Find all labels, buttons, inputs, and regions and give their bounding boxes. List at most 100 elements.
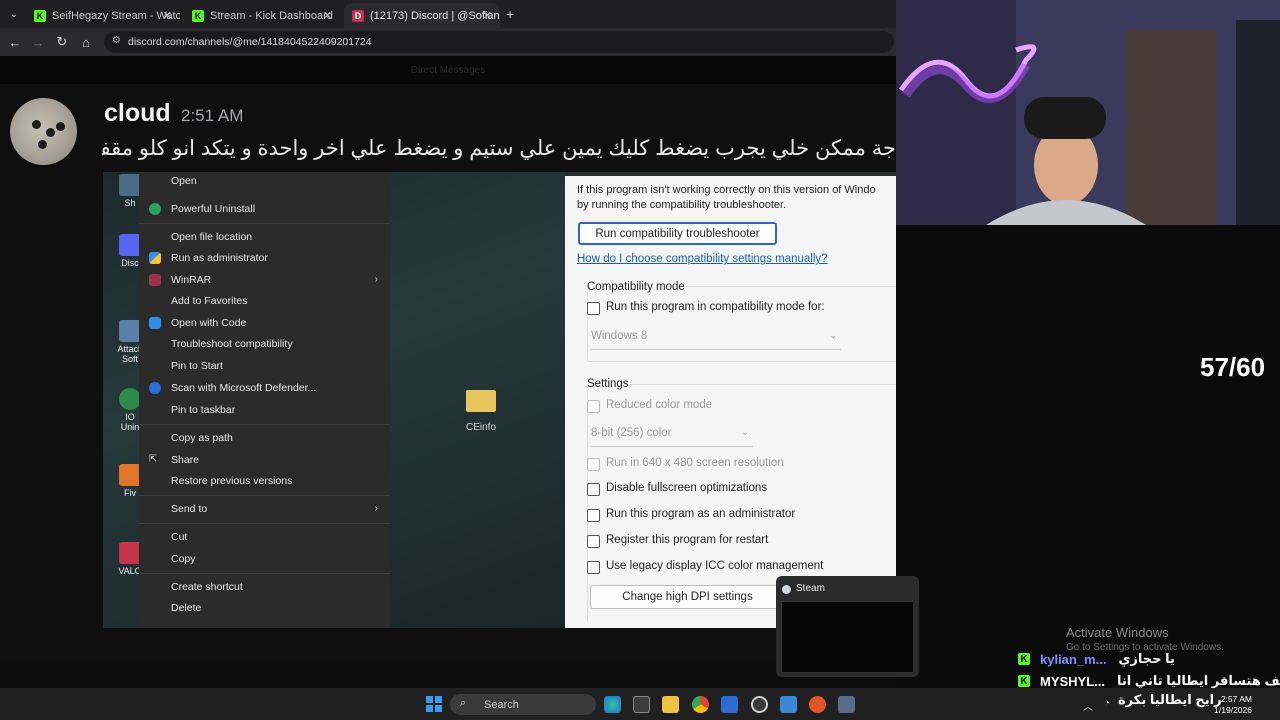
share-icon: ⇱ <box>149 454 158 465</box>
webcam-feed <box>896 0 1280 225</box>
run-as-admin-checkbox[interactable] <box>587 509 600 522</box>
tab-search-icon[interactable]: ⌄ <box>2 2 26 26</box>
menu-item-run-as-admin[interactable]: Run as administrator <box>171 252 268 264</box>
resolution-checkbox[interactable] <box>587 458 600 471</box>
desktop-icon-label: Fiv <box>124 488 136 498</box>
network-icon[interactable]: ◔ <box>1104 698 1110 709</box>
tab-seifhegazy-stream[interactable]: K SeifHegazy Stream - Watch Live ✕ <box>26 3 180 28</box>
activate-windows-title: Activate Windows <box>1066 625 1169 640</box>
menu-item-open-file-location[interactable]: Open file location <box>171 231 252 243</box>
avatar-dot <box>46 128 55 137</box>
close-icon[interactable]: ✕ <box>163 9 172 22</box>
forward-icon[interactable]: → <box>26 30 50 54</box>
vscode-icon <box>149 317 161 329</box>
disable-fullscreen-checkbox[interactable] <box>587 483 600 496</box>
kick-icon: K <box>1018 653 1030 665</box>
steam-taskbar-preview[interactable]: Steam <box>776 576 919 677</box>
file-explorer-icon[interactable] <box>662 696 679 713</box>
close-icon[interactable]: ✕ <box>483 9 492 22</box>
color-depth-select[interactable]: 8-bit (256) color ⌄ <box>591 427 753 447</box>
run-troubleshooter-button[interactable]: Run compatibility troubleshooter <box>578 222 777 245</box>
menu-separator <box>139 573 390 574</box>
app-icon[interactable] <box>780 696 797 713</box>
menu-item-scan-defender[interactable]: Scan with Microsoft Defender... <box>171 382 316 394</box>
message-username[interactable]: cloud <box>104 99 171 128</box>
chat-text: رايح ايطاليا بكرة <box>1118 692 1222 707</box>
steam-preview-title: Steam <box>796 583 825 594</box>
app-icon[interactable] <box>751 696 768 713</box>
change-dpi-button[interactable]: Change high DPI settings <box>590 585 785 609</box>
chevron-up-icon[interactable]: ︿ <box>1083 698 1093 713</box>
folder-label: CEinfo <box>465 422 496 433</box>
browser-tab-strip: ⌄ K SeifHegazy Stream - Watch Live ✕ K S… <box>0 0 896 28</box>
legacy-icc-checkbox[interactable] <box>587 561 600 574</box>
message-text: جة ممكن خلي يجرب يضغط كليك يمين علي ستيم… <box>102 137 896 160</box>
edge-icon[interactable] <box>604 696 621 713</box>
menu-item-pin-to-start[interactable]: Pin to Start <box>171 360 223 372</box>
valorant-icon <box>119 542 141 564</box>
menu-item-share[interactable]: Share <box>171 454 199 466</box>
menu-item-cut[interactable]: Cut <box>171 531 187 543</box>
compat-mode-select[interactable]: Windows 8 ⌄ <box>591 330 841 350</box>
menu-item-add-to-favorites[interactable]: Add to Favorites <box>171 295 247 307</box>
avatar[interactable] <box>10 98 77 165</box>
menu-item-restore-versions[interactable]: Restore previous versions <box>171 475 292 487</box>
steam-preview-thumbnail <box>781 601 914 673</box>
menu-separator <box>139 523 390 524</box>
back-icon[interactable]: ← <box>3 30 27 54</box>
menu-item-delete[interactable]: Delete <box>171 602 201 614</box>
fivem-icon <box>119 464 141 486</box>
dm-header-label: Direct Messages <box>410 64 486 76</box>
reduced-color-checkbox[interactable] <box>587 400 600 413</box>
clock-time: 2:57 AM <box>1220 694 1252 704</box>
image-attachment[interactable]: Sh Disc Attack Soft IO Unin Fiv VALO CEi… <box>103 172 1021 628</box>
register-restart-checkbox[interactable] <box>587 535 600 548</box>
desktop-icon-label: IO Unin <box>120 412 140 432</box>
choose-settings-link[interactable]: How do I choose compatibility settings m… <box>577 253 828 265</box>
search-placeholder: Search <box>484 698 519 711</box>
compat-mode-title: Compatibility mode <box>586 281 686 293</box>
menu-item-winrar[interactable]: WinRAR <box>171 274 211 286</box>
reduced-color-label: Reduced color mode <box>606 399 713 411</box>
menu-item-copy[interactable]: Copy <box>171 553 196 565</box>
menu-separator <box>139 424 390 425</box>
search-icon: ⌕ <box>460 697 467 709</box>
start-icon[interactable] <box>426 696 442 712</box>
home-icon[interactable]: ⌂ <box>74 30 98 54</box>
mail-icon[interactable] <box>721 696 738 713</box>
menu-item-copy-as-path[interactable]: Copy as path <box>171 432 233 444</box>
menu-item-create-shortcut[interactable]: Create shortcut <box>171 581 243 593</box>
store-icon[interactable] <box>633 696 650 713</box>
menu-item-troubleshoot[interactable]: Troubleshoot compatibility <box>171 338 293 350</box>
tab-discord[interactable]: D (12173) Discord | @Sofian ✕ <box>344 3 500 28</box>
disable-fullscreen-label: Disable fullscreen optimizations <box>606 482 768 494</box>
steam-icon <box>782 585 791 594</box>
shortcut-icon <box>119 174 141 196</box>
submenu-arrow-icon: › <box>374 274 378 285</box>
tab-kick-dashboard[interactable]: K Stream - Kick Dashboard ✕ <box>184 3 340 28</box>
reload-icon[interactable]: ↻ <box>50 30 74 54</box>
address-bar[interactable]: ⚙ discord.com/channels/@me/1418404522409… <box>104 31 894 53</box>
close-icon[interactable]: ✕ <box>323 9 332 22</box>
taskbar-search[interactable]: ⌕ Search <box>450 694 596 715</box>
compat-mode-checkbox[interactable] <box>587 302 600 315</box>
chevron-down-icon: ⌄ <box>829 330 837 340</box>
register-restart-label: Register this program for restart <box>606 534 769 546</box>
counter-text: 57/60 <box>1200 352 1266 382</box>
site-info-icon[interactable]: ⚙ <box>112 35 121 46</box>
steam-icon[interactable] <box>838 696 855 713</box>
discord-icon <box>119 234 141 256</box>
menu-item-pin-to-taskbar[interactable]: Pin to taskbar <box>171 404 235 416</box>
winrar-icon <box>149 274 161 286</box>
taskbar-clock[interactable]: 2:57 AM 1/19/2026 <box>1208 694 1252 716</box>
dm-header: Direct Messages <box>0 56 896 84</box>
menu-item-open[interactable]: Open <box>171 175 197 187</box>
menu-item-send-to[interactable]: Send to <box>171 503 207 515</box>
chrome-icon[interactable] <box>692 696 709 713</box>
menu-item-open-with-code[interactable]: Open with Code <box>171 317 246 329</box>
menu-separator <box>139 495 390 496</box>
new-tab-icon[interactable]: + <box>506 6 514 22</box>
defender-icon <box>149 382 161 394</box>
menu-item-powerful-uninstall[interactable]: Powerful Uninstall <box>171 203 255 215</box>
app-icon[interactable] <box>809 696 826 713</box>
